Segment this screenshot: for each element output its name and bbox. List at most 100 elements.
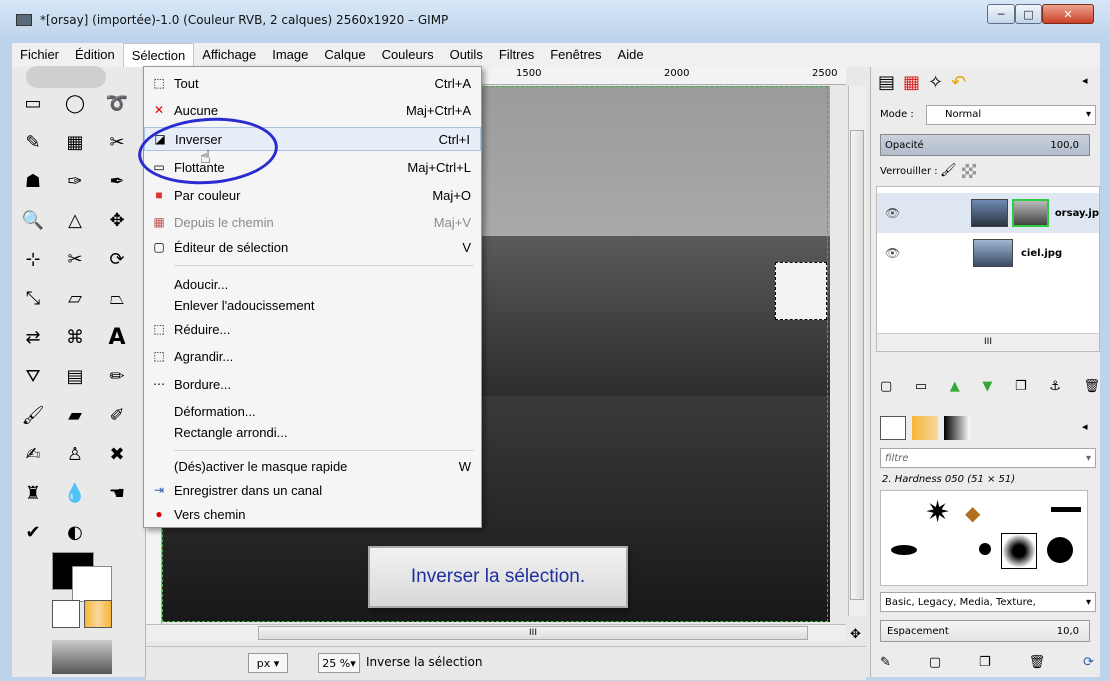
menu-outils[interactable]: Outils: [442, 43, 491, 67]
navigate-icon[interactable]: ✥: [850, 627, 861, 642]
menu-item-par-couleur[interactable]: ■ Par couleur Maj+O: [144, 183, 481, 207]
brush-filter-input[interactable]: filtre ▾: [880, 448, 1096, 468]
raise-layer-icon[interactable]: ▲: [950, 379, 960, 394]
selected-brush-icon[interactable]: [1001, 533, 1037, 569]
delete-brush-icon[interactable]: 🗑: [1029, 655, 1046, 670]
clone-icon[interactable]: ♙: [58, 437, 92, 471]
layer-row[interactable]: 👁 orsay.jp: [877, 193, 1099, 233]
smudge-icon[interactable]: ☚: [100, 476, 134, 510]
crop-icon[interactable]: ✂: [58, 242, 92, 276]
round-brush-icon[interactable]: [979, 543, 991, 555]
scale-icon[interactable]: ⤡: [16, 281, 50, 315]
color-select-icon[interactable]: ▦: [58, 125, 92, 159]
delete-layer-icon[interactable]: 🗑: [1083, 379, 1100, 394]
paths-icon[interactable]: ✑: [58, 164, 92, 198]
ink-icon[interactable]: ✍: [16, 437, 50, 471]
undo-tab-icon[interactable]: ↶: [951, 72, 966, 93]
menu-item-depuis-chemin[interactable]: ▦ Depuis le chemin Maj+V: [144, 210, 481, 234]
menu-fenetres[interactable]: Fenêtres: [542, 43, 609, 67]
unit-select[interactable]: px ▾: [248, 653, 288, 673]
gradients-tab[interactable]: [944, 416, 970, 440]
lock-pixels-icon[interactable]: 🖌: [940, 163, 957, 178]
lasso-icon[interactable]: ➰: [100, 86, 134, 120]
wilber-brush-icon[interactable]: ◆: [965, 501, 980, 525]
shear-icon[interactable]: ▱: [58, 281, 92, 315]
menu-item-vers-chemin[interactable]: ● Vers chemin: [144, 502, 481, 526]
lock-alpha-icon[interactable]: [962, 164, 976, 178]
menu-affichage[interactable]: Affichage: [194, 43, 264, 67]
star-brush-icon[interactable]: ✷: [925, 495, 950, 530]
brush-indicator[interactable]: [52, 600, 80, 628]
menu-couleurs[interactable]: Couleurs: [374, 43, 442, 67]
lower-layer-icon[interactable]: ▼: [982, 379, 992, 394]
menu-item-masque-rapide[interactable]: (Dés)activer le masque rapide W: [144, 454, 481, 478]
menu-aide[interactable]: Aide: [610, 43, 652, 67]
maximize-button[interactable]: □: [1015, 4, 1042, 24]
line-brush-icon[interactable]: [1051, 507, 1081, 512]
eraser-icon[interactable]: ▰: [58, 398, 92, 432]
menu-calque[interactable]: Calque: [316, 43, 373, 67]
minimize-button[interactable]: ─: [987, 4, 1015, 24]
pencil-icon[interactable]: ✏: [100, 359, 134, 393]
scissors-icon[interactable]: ✂: [100, 125, 134, 159]
close-button[interactable]: ✕: [1042, 4, 1094, 24]
rotate-icon[interactable]: ⟳: [100, 242, 134, 276]
horizontal-scroll-thumb[interactable]: III: [258, 626, 808, 640]
layer-row[interactable]: 👁 ciel.jpg: [877, 233, 1099, 273]
brush-dock-menu-icon[interactable]: ◂: [1082, 420, 1088, 433]
dodge-burn-icon[interactable]: ✔: [16, 515, 50, 549]
menu-edition[interactable]: Édition: [67, 43, 123, 67]
layers-scrollbar[interactable]: III: [877, 333, 1099, 351]
paths-tab-icon[interactable]: ✧: [928, 72, 943, 93]
color-picker-icon[interactable]: ✒: [100, 164, 134, 198]
menu-item-rectangle-arrondi[interactable]: Rectangle arrondi...: [144, 420, 481, 444]
hard-brush-icon[interactable]: [1047, 537, 1073, 563]
menu-image[interactable]: Image: [264, 43, 316, 67]
menu-item-enregistrer-canal[interactable]: ⇥ Enregistrer dans un canal: [144, 478, 481, 502]
new-layer-icon[interactable]: ▢: [880, 379, 892, 394]
menu-fichier[interactable]: Fichier: [12, 43, 67, 67]
foreground-select-icon[interactable]: ☗: [16, 164, 50, 198]
perspective-icon[interactable]: ⏢: [100, 281, 134, 315]
vertical-scroll-thumb[interactable]: [850, 130, 864, 600]
rect-select-icon[interactable]: ▭: [16, 86, 50, 120]
heal-icon[interactable]: ✖: [100, 437, 134, 471]
brush-tags-input[interactable]: Basic, Legacy, Media, Texture, ▾: [880, 592, 1096, 612]
patterns-tab[interactable]: [912, 416, 938, 440]
zoom-select[interactable]: 25 % ▾: [318, 653, 360, 673]
paintbrush-icon[interactable]: 🖌: [16, 398, 50, 432]
menu-item-tout[interactable]: ⬚ Tout Ctrl+A: [144, 71, 481, 95]
menu-item-agrandir[interactable]: ⬚ Agrandir...: [144, 344, 481, 368]
bucket-fill-icon[interactable]: ⛛: [16, 359, 50, 393]
align-icon[interactable]: ⊹: [16, 242, 50, 276]
pattern-indicator[interactable]: [84, 600, 112, 628]
fuzzy-select-icon[interactable]: ✎: [16, 125, 50, 159]
menu-item-editeur[interactable]: ▢ Éditeur de sélection V: [144, 235, 481, 259]
layers-tab-icon[interactable]: ▤: [878, 72, 895, 93]
zoom-icon[interactable]: 🔍: [16, 203, 50, 237]
measure-icon[interactable]: △: [58, 203, 92, 237]
spacing-slider[interactable]: Espacement 10,0: [880, 620, 1090, 642]
menu-filtres[interactable]: Filtres: [491, 43, 542, 67]
blur-icon[interactable]: 💧: [58, 476, 92, 510]
mode-select[interactable]: Normal ▾: [926, 105, 1096, 125]
dodge-icon[interactable]: ◐: [58, 515, 92, 549]
perspective-clone-icon[interactable]: ♜: [16, 476, 50, 510]
brushes-tab[interactable]: [880, 416, 906, 440]
duplicate-layer-icon[interactable]: ❐: [1015, 379, 1027, 394]
text-icon[interactable]: A: [100, 320, 134, 354]
eye-icon[interactable]: 👁: [885, 206, 903, 220]
opacity-slider[interactable]: Opacité 100,0: [880, 134, 1090, 156]
new-group-icon[interactable]: ▭: [915, 379, 927, 394]
anchor-icon[interactable]: ⚓: [1049, 379, 1061, 394]
brush-grid[interactable]: ✷ ◆: [880, 490, 1088, 586]
refresh-brushes-icon[interactable]: ⟳: [1083, 655, 1094, 670]
flip-icon[interactable]: ⇄: [16, 320, 50, 354]
gradient-icon[interactable]: ▤: [58, 359, 92, 393]
new-brush-icon[interactable]: ▢: [929, 655, 941, 670]
channels-tab-icon[interactable]: ▦: [903, 72, 920, 93]
ellipse-brush-icon[interactable]: [891, 545, 917, 555]
menu-item-enlever-adoucissement[interactable]: Enlever l'adoucissement: [144, 293, 481, 317]
menu-selection[interactable]: Sélection: [122, 43, 195, 67]
menu-item-bordure[interactable]: ⋯ Bordure...: [144, 372, 481, 396]
